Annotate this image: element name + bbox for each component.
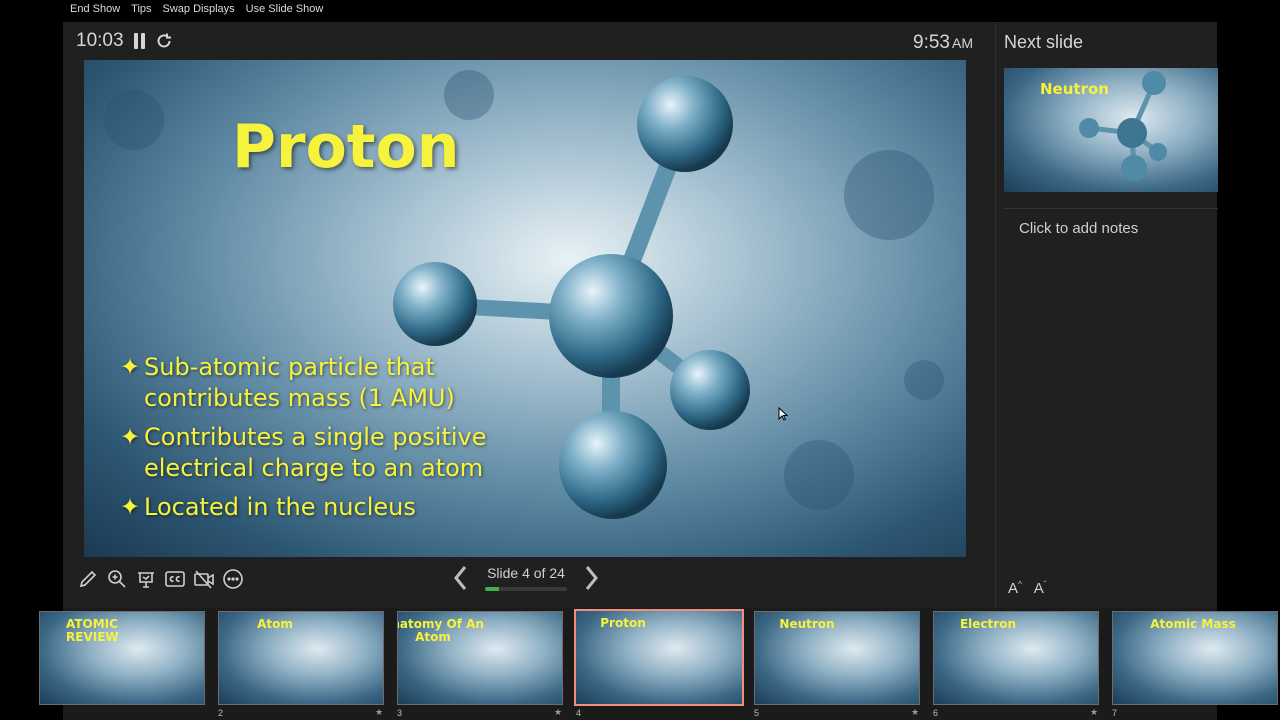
clock: 9:53 AM bbox=[913, 32, 973, 54]
thumbnail-number: 5 bbox=[754, 708, 760, 718]
slide-counter-group: Slide 4 of 24 bbox=[485, 565, 567, 591]
star-icon: ★ bbox=[554, 707, 563, 717]
bullet-item: Located in the nucleus bbox=[120, 492, 560, 523]
thumbnail-title: Neutron bbox=[779, 617, 835, 631]
decrease-font-button[interactable]: Aˇ bbox=[1034, 580, 1047, 597]
slide-thumbnail[interactable]: Anatomy Of An Atom bbox=[397, 611, 563, 705]
increase-font-button[interactable]: A^ bbox=[1008, 580, 1022, 597]
clock-time: 9:53 bbox=[913, 32, 950, 53]
slide-thumbnail-selected[interactable]: Proton bbox=[574, 609, 744, 706]
thumbnail-title: Electron bbox=[959, 617, 1016, 631]
slide-bullets: Sub-atomic particle that contributes mas… bbox=[120, 352, 560, 531]
reload-icon[interactable] bbox=[155, 32, 173, 50]
pause-icon[interactable] bbox=[133, 33, 145, 49]
progress-bar bbox=[485, 587, 567, 591]
slide-toolbar bbox=[76, 567, 244, 590]
slide-thumbnail[interactable]: Atom bbox=[218, 611, 384, 705]
menu-tips[interactable]: Tips bbox=[131, 3, 151, 15]
star-icon: ★ bbox=[375, 707, 384, 717]
slide-thumbnail[interactable]: Neutron bbox=[754, 611, 920, 705]
bullet-item: Sub-atomic particle that contributes mas… bbox=[120, 352, 560, 414]
menu-bar: End Show Tips Swap Displays Use Slide Sh… bbox=[62, 0, 323, 18]
current-slide[interactable]: Proton Sub-atomic particle that contribu… bbox=[84, 60, 966, 557]
thumbnail-number: 4 bbox=[576, 708, 582, 718]
more-icon[interactable] bbox=[221, 567, 244, 590]
menu-swap-displays[interactable]: Swap Displays bbox=[163, 3, 235, 15]
thumbnail-number: 7 bbox=[1112, 708, 1118, 718]
slide-thumbnail[interactable]: Electron bbox=[933, 611, 1099, 705]
captions-icon[interactable] bbox=[163, 567, 186, 590]
pen-icon[interactable] bbox=[76, 567, 99, 590]
laser-pointer-icon[interactable] bbox=[134, 567, 157, 590]
divider bbox=[1004, 208, 1218, 209]
thumbnail-number: 6 bbox=[933, 708, 939, 718]
next-slide-label: Next slide bbox=[1004, 32, 1084, 52]
camera-off-icon[interactable] bbox=[192, 567, 215, 590]
thumbnail-title: Atomic Mass bbox=[1150, 617, 1236, 631]
presenter-view: 10:03 9:53 AM Proton ✦ Sub-atomic partic… bbox=[39, 22, 1278, 720]
bullet-item: Contributes a single positive electrical… bbox=[120, 422, 560, 484]
thumbnail-title: Atom bbox=[257, 617, 293, 631]
thumbnail-title: ATOMIC REVIEW bbox=[66, 617, 119, 644]
font-size-controls: A^ Aˇ bbox=[1008, 580, 1046, 597]
molecule-image bbox=[1079, 71, 1167, 181]
next-slide-title: Neutron bbox=[1040, 80, 1109, 98]
menu-end-show[interactable]: End Show bbox=[70, 3, 120, 15]
slide-filmstrip: ATOMIC REVIEW Atom 2 ★ Anatomy Of An Ato… bbox=[39, 608, 1278, 720]
elapsed-time: 10:03 bbox=[76, 30, 124, 51]
thumbnail-number: 2 bbox=[218, 708, 224, 718]
mouse-cursor-icon bbox=[778, 407, 788, 421]
notes-area[interactable]: Click to add notes bbox=[1019, 220, 1138, 237]
zoom-icon[interactable] bbox=[105, 567, 128, 590]
clock-ampm: AM bbox=[952, 35, 973, 51]
thumbnail-title: Anatomy Of An Atom bbox=[398, 617, 484, 644]
side-panel: Next slide Neutron Click to add notes A^… bbox=[995, 22, 1218, 608]
slide-thumbnail[interactable]: ATOMIC REVIEW bbox=[39, 611, 205, 705]
thumbnail-title: Proton bbox=[600, 616, 646, 630]
prev-arrow-icon[interactable] bbox=[449, 563, 471, 593]
thumbnail-number: 3 bbox=[397, 708, 403, 718]
next-arrow-icon[interactable] bbox=[581, 563, 603, 593]
menu-use-slide-show[interactable]: Use Slide Show bbox=[246, 3, 324, 15]
slide-navigation: Slide 4 of 24 bbox=[449, 563, 603, 593]
slide-counter: Slide 4 of 24 bbox=[487, 565, 565, 581]
timer: 10:03 bbox=[76, 30, 173, 52]
main-area: 10:03 9:53 AM Proton ✦ Sub-atomic partic… bbox=[63, 22, 993, 608]
slide-title: Proton bbox=[232, 112, 460, 182]
slide-thumbnail[interactable]: Atomic Mass bbox=[1112, 611, 1278, 705]
star-icon: ★ bbox=[911, 707, 920, 717]
next-slide-thumbnail[interactable]: Neutron bbox=[1004, 68, 1218, 192]
progress-fill bbox=[485, 587, 499, 591]
star-icon: ★ bbox=[1090, 707, 1099, 717]
